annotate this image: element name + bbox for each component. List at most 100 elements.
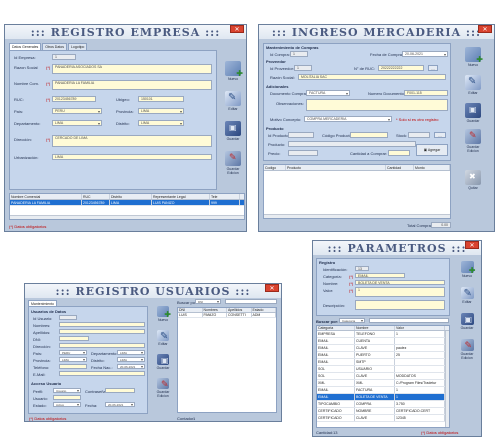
empresa-grid[interactable]: Nombre Comercial RUC Distrito Representa…: [9, 193, 245, 220]
quitar-button[interactable]: Quitar: [461, 170, 485, 198]
nuevo-button[interactable]: Nuevo: [455, 261, 479, 285]
table-row[interactable]: XML XML C:/Program Files/Tradetur: [317, 380, 449, 387]
table-row[interactable]: EMAIL CLAVE paulez: [317, 345, 449, 352]
table-row[interactable]: EMAIL BOLETA DE VENTA 1: [317, 394, 449, 401]
fecha-compra-input[interactable]: 20-06-2021: [402, 51, 448, 57]
id-producto-input[interactable]: [288, 132, 314, 138]
table-row[interactable]: SOL CLAVE MODDATOS: [317, 373, 449, 380]
identificacion-input[interactable]: 13: [355, 266, 369, 271]
close-button[interactable]: ✕: [230, 25, 244, 33]
telefono-input[interactable]: [59, 364, 87, 369]
razon-social-input[interactable]: PANADERIA ASOCIADOS SA: [52, 64, 212, 74]
search-proveedor-button[interactable]: …: [428, 65, 438, 71]
table-row[interactable]: CERTIFICADO NOMBRE CERTIFICADO.CERT: [317, 408, 449, 415]
close-button[interactable]: ✕: [265, 284, 279, 292]
table-row[interactable]: LUIS PANIZO CONSETTI ADM: [178, 313, 276, 318]
guardar-edicion-button[interactable]: Guardar Edicion: [461, 129, 485, 163]
table-row[interactable]: EMAIL PUERTO 25: [317, 352, 449, 359]
distrito-select[interactable]: LIMA: [117, 357, 145, 362]
guardar-edicion-button[interactable]: Guardar Edicion: [221, 151, 245, 185]
nuevo-button[interactable]: Nuevo: [221, 61, 245, 89]
direccion-input[interactable]: [59, 343, 145, 348]
producto-input[interactable]: [288, 141, 416, 147]
fecha-nac-input[interactable]: 20-06-2021: [117, 364, 145, 369]
search-producto-button[interactable]: …: [434, 132, 446, 138]
pais-select[interactable]: PERU: [52, 108, 102, 114]
stock-input[interactable]: [408, 132, 430, 138]
table-row[interactable]: CERTIFICADO CLAVE 12345: [317, 415, 449, 422]
email-input[interactable]: [59, 371, 145, 376]
ubigeo-input[interactable]: 150101: [138, 96, 184, 102]
provincia-select[interactable]: LIMA: [138, 108, 184, 114]
vertical-scrollbar[interactable]: [445, 331, 449, 427]
table-row[interactable]: PANADERIA LA FAMILIA 20123456789 LIMA LU…: [10, 200, 244, 206]
buscar-select[interactable]: Categoría: [339, 318, 365, 323]
distrito-select[interactable]: LIMA: [138, 120, 184, 126]
id-compra-label: Id Compra:: [270, 52, 290, 57]
dni-input[interactable]: [59, 336, 89, 341]
editar-button[interactable]: Editar: [221, 91, 245, 119]
precio-input[interactable]: [288, 150, 318, 156]
guardar-edicion-button[interactable]: Guardar Edicion: [151, 378, 175, 408]
close-button[interactable]: ✕: [478, 25, 492, 33]
guardar-button[interactable]: Guardar: [221, 121, 245, 149]
parametros-grid[interactable]: Categoria Nombre Valor EMPRESA TELEFONO 1 E…: [316, 325, 450, 428]
close-button[interactable]: ✕: [465, 241, 479, 249]
nombre-com-input[interactable]: PANADERIA LA FAMILIA: [52, 80, 212, 90]
perfil-select[interactable]: Usuario: [53, 388, 81, 393]
usuario-input[interactable]: [53, 395, 81, 400]
nombre-input[interactable]: BOLETA DE VENTA: [355, 280, 445, 285]
usuarios-grid[interactable]: DNI Nombres Apellidos Estado LUIS PANIZO…: [177, 307, 277, 413]
id-usuario-input[interactable]: [59, 315, 77, 320]
table-row[interactable]: EMPRESA TELEFONO 1: [317, 331, 449, 338]
search-input[interactable]: [225, 299, 277, 304]
departamento-select[interactable]: LIMA: [117, 350, 145, 355]
contrasena-input[interactable]: [105, 388, 135, 393]
categoria-input[interactable]: EMAIL: [355, 273, 405, 278]
estado-select[interactable]: Activo: [53, 402, 81, 407]
ruc-input[interactable]: 20123456789: [52, 96, 96, 102]
observaciones-input[interactable]: [306, 99, 448, 111]
id-empresa-input[interactable]: 1: [52, 54, 76, 60]
table-row[interactable]: EMAIL FACTURA 1: [317, 387, 449, 394]
editar-button[interactable]: Editar: [151, 330, 175, 354]
table-row[interactable]: SOL USUARIO: [317, 366, 449, 373]
editar-button[interactable]: Editar: [461, 75, 485, 103]
search-input[interactable]: [369, 318, 449, 323]
agregar-button[interactable]: ▣ Agregar: [416, 144, 448, 156]
motivo-concepto-select[interactable]: COMPRA MERCADERIA: [304, 116, 392, 122]
codigo-producto-input[interactable]: [350, 132, 388, 138]
nuevo-button[interactable]: Nuevo: [461, 47, 485, 75]
id-proveedor-input[interactable]: 1: [294, 65, 312, 71]
horizontal-scrollbar[interactable]: [264, 214, 450, 218]
cantidad-input[interactable]: [388, 150, 410, 156]
valor-input[interactable]: 1: [355, 287, 445, 297]
guardar-edicion-button[interactable]: Guardar Edicion: [455, 339, 479, 369]
guardar-button[interactable]: Guardar: [455, 313, 479, 337]
pais-select[interactable]: PERU: [59, 350, 87, 355]
buscar-select[interactable]: DNI: [195, 299, 221, 304]
departamento-select[interactable]: LIMA: [52, 120, 102, 126]
guardar-button[interactable]: Guardar: [461, 103, 485, 131]
table-row[interactable]: TIPOCAMBIO COMPRA 3.750: [317, 401, 449, 408]
provincia-select[interactable]: LIMA: [59, 357, 87, 362]
direccion-input[interactable]: CERCADO DE LIMA: [52, 135, 212, 147]
table-row[interactable]: EMAIL CUENTA: [317, 338, 449, 345]
editar-button[interactable]: Editar: [455, 287, 479, 311]
apellidos-input[interactable]: [59, 329, 145, 334]
fecha-input[interactable]: 20-06-2021: [105, 402, 135, 407]
razon-social-input[interactable]: MOLITALIA SAC: [298, 74, 446, 80]
guardar-button[interactable]: Guardar: [151, 354, 175, 378]
nro-ruc-input[interactable]: 20222222222: [378, 65, 424, 71]
id-compra-input[interactable]: 1: [290, 51, 308, 57]
table-row[interactable]: EMAIL SMTP: [317, 359, 449, 366]
numero-documento-input[interactable]: F001-115: [404, 90, 448, 96]
nuevo-button[interactable]: Nuevo: [151, 306, 175, 330]
urbanizacion-input[interactable]: LIMA: [52, 154, 212, 160]
documento-compra-select[interactable]: FACTURA: [306, 90, 350, 96]
detalle-grid[interactable]: Codigo Producto Cantidad Monto: [263, 164, 451, 219]
horizontal-scrollbar[interactable]: [10, 215, 244, 219]
required-footnote: (*) Datos obligatorios: [421, 430, 459, 435]
nombres-input[interactable]: [59, 322, 145, 327]
descripcion-input[interactable]: [355, 300, 445, 310]
